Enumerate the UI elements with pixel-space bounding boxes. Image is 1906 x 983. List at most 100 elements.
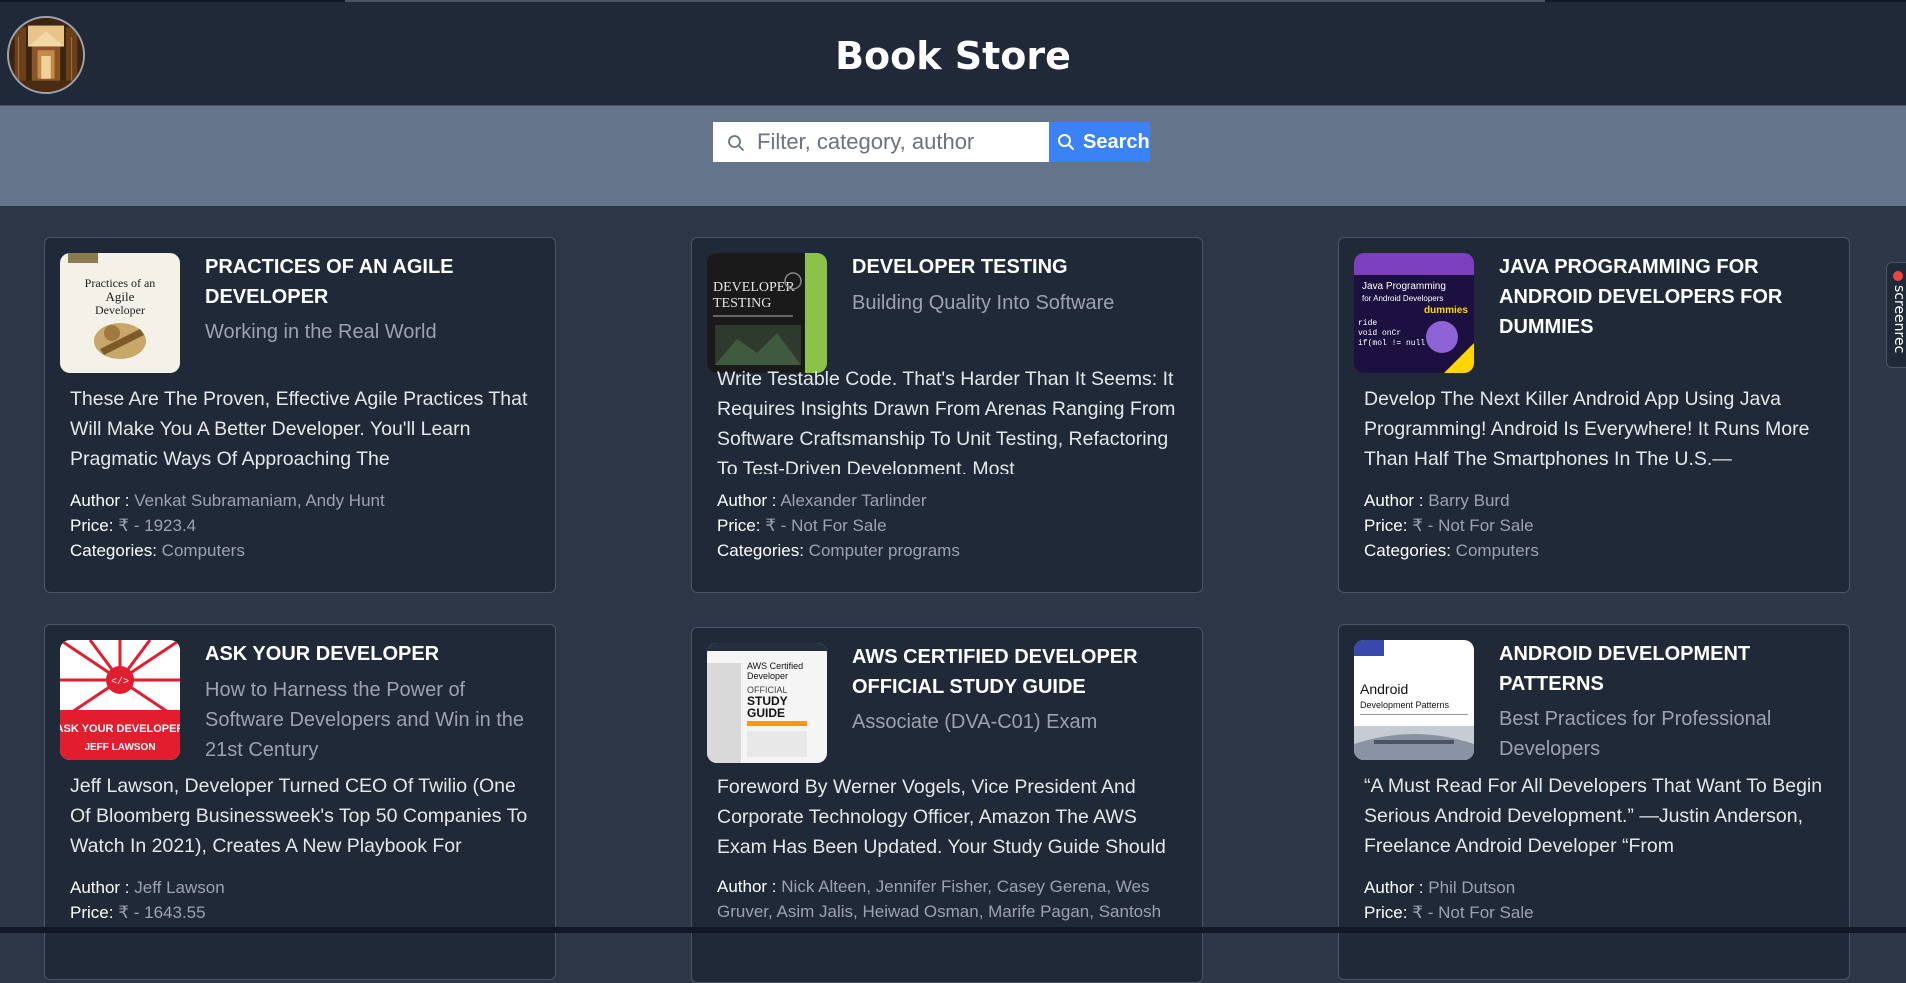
- author-line: Author : Barry Burd: [1364, 488, 1834, 513]
- search-button-label: Search: [1083, 130, 1150, 153]
- book-cover[interactable]: </> ASK YOUR DEVELOPER JEFF LAWSON: [60, 640, 180, 760]
- author-value: Alexander Tarlinder: [780, 491, 927, 510]
- categories-value: Computers: [1455, 541, 1539, 560]
- author-label: Author :: [717, 491, 777, 510]
- price-value: ₹ - Not For Sale: [1412, 516, 1534, 535]
- search-bar: Search: [0, 106, 1906, 206]
- book-card[interactable]: Practices of an Agile Developer PRACTICE…: [44, 237, 556, 593]
- price-line: Price: ₹ - Not For Sale: [1364, 900, 1834, 925]
- author-value: Jeff Lawson: [134, 878, 225, 897]
- book-meta: Author : Barry Burd Price: ₹ - Not For S…: [1364, 488, 1834, 563]
- book-subtitle: Working in the Real World: [205, 321, 437, 343]
- book-cover[interactable]: Android Development Patterns: [1354, 640, 1474, 760]
- book-title[interactable]: AWS CERTIFIED DEVELOPER OFFICIAL STUDY G…: [852, 642, 1182, 702]
- author-label: Author :: [70, 491, 130, 510]
- book-title[interactable]: DEVELOPER TESTING: [852, 252, 1182, 282]
- book-meta: Author : Venkat Subramaniam, Andy Hunt P…: [70, 488, 540, 563]
- svg-text:Practices of an: Practices of an: [85, 276, 156, 290]
- book-subtitle: How to Harness the Power of Software Dev…: [205, 679, 525, 761]
- svg-text:void onCr: void onCr: [1358, 329, 1401, 338]
- page-bottom-edge: [0, 927, 1906, 933]
- site-header: Book Store: [0, 2, 1906, 106]
- svg-text:if(mol != null: if(mol != null: [1358, 339, 1425, 348]
- categories-value: Computer programs: [808, 541, 960, 560]
- book-description: These Are The Proven, Effective Agile Pr…: [70, 388, 528, 470]
- developer-testing-cover-icon: DEVELOPER TESTING: [707, 253, 827, 373]
- book-description: Jeff Lawson, Developer Turned CEO Of Twi…: [70, 775, 528, 857]
- author-line: Author : Jeff Lawson: [70, 875, 540, 900]
- book-meta: Author : Alexander Tarlinder Price: ₹ - …: [717, 488, 1187, 563]
- book-cover[interactable]: DEVELOPER TESTING: [707, 253, 827, 373]
- svg-text:TESTING: TESTING: [713, 296, 771, 311]
- author-value: Barry Burd: [1428, 491, 1510, 510]
- svg-text:DEVELOPER: DEVELOPER: [713, 280, 795, 295]
- author-value: Venkat Subramaniam, Andy Hunt: [134, 491, 385, 510]
- svg-text:Development Patterns: Development Patterns: [1360, 700, 1450, 710]
- book-card[interactable]: DEVELOPER TESTING DEVELOPER TESTING Buil…: [691, 237, 1203, 593]
- svg-text:ride: ride: [1358, 319, 1377, 328]
- author-line: Author : Alexander Tarlinder: [717, 488, 1187, 513]
- svg-text:Agile: Agile: [106, 289, 135, 304]
- android-patterns-cover-icon: Android Development Patterns: [1354, 640, 1474, 760]
- book-description: Write Testable Code. That's Harder Than …: [717, 368, 1176, 474]
- book-subtitle: Associate (DVA-C01) Exam: [852, 711, 1098, 733]
- price-label: Price:: [1364, 516, 1408, 535]
- search-icon: [728, 135, 744, 151]
- svg-text:Developer: Developer: [747, 671, 788, 681]
- price-value: ₹ - Not For Sale: [1412, 903, 1534, 922]
- book-meta: Author : Nick Alteen, Jennifer Fisher, C…: [717, 874, 1187, 924]
- book-cover[interactable]: Practices of an Agile Developer: [60, 253, 180, 373]
- author-line: Author : Venkat Subramaniam, Andy Hunt: [70, 488, 540, 513]
- search-input[interactable]: [757, 122, 1043, 162]
- book-meta: Author : Phil Dutson Price: ₹ - Not For …: [1364, 875, 1834, 925]
- author-value: Nick Alteen, Jennifer Fisher, Casey Gere…: [717, 877, 1162, 921]
- record-icon: [1893, 271, 1903, 281]
- svg-text:</>: </>: [111, 676, 129, 688]
- svg-text:Android: Android: [1360, 681, 1408, 697]
- categories-value: Computers: [161, 541, 245, 560]
- svg-text:Developer: Developer: [95, 303, 145, 317]
- book-subtitle: Best Practices for Professional Develope…: [1499, 708, 1772, 760]
- price-label: Price:: [70, 903, 114, 922]
- svg-text:for Android Developers: for Android Developers: [1362, 294, 1443, 303]
- page-title: Book Store: [835, 34, 1071, 78]
- book-title[interactable]: ASK YOUR DEVELOPER: [205, 639, 535, 669]
- price-label: Price:: [70, 516, 114, 535]
- author-label: Author :: [70, 878, 130, 897]
- price-line: Price: ₹ - 1923.4: [70, 513, 540, 538]
- categories-line: Categories: Computer programs: [717, 538, 1187, 563]
- author-value: Phil Dutson: [1428, 878, 1516, 897]
- book-meta: Author : Jeff Lawson Price: ₹ - 1643.55: [70, 875, 540, 925]
- search-field[interactable]: [713, 122, 1049, 162]
- price-value: ₹ - 1923.4: [118, 516, 197, 535]
- price-line: Price: ₹ - Not For Sale: [717, 513, 1187, 538]
- java-dummies-cover-icon: Java Programming for Android Developers …: [1354, 253, 1474, 373]
- categories-label: Categories:: [70, 541, 157, 560]
- book-subtitle: Building Quality Into Software: [852, 292, 1115, 314]
- screenrec-widget[interactable]: screenrec: [1886, 262, 1906, 368]
- price-label: Price:: [717, 516, 761, 535]
- categories-label: Categories:: [717, 541, 804, 560]
- search-icon: [1058, 134, 1074, 150]
- price-value: ₹ - Not For Sale: [765, 516, 887, 535]
- svg-text:AWS Certified: AWS Certified: [747, 661, 803, 671]
- book-description: “A Must Read For All Developers That Wan…: [1364, 775, 1823, 857]
- price-label: Price:: [1364, 903, 1408, 922]
- book-cover[interactable]: Java Programming for Android Developers …: [1354, 253, 1474, 373]
- author-label: Author :: [1364, 491, 1424, 510]
- book-description: Foreword By Werner Vogels, Vice Presiden…: [717, 776, 1166, 858]
- book-title[interactable]: PRACTICES OF AN AGILE DEVELOPER: [205, 252, 535, 312]
- book-title[interactable]: JAVA PROGRAMMING FOR ANDROID DEVELOPERS …: [1499, 252, 1829, 342]
- search-button[interactable]: Search: [1049, 122, 1150, 162]
- svg-text:Java Programming: Java Programming: [1362, 281, 1446, 292]
- book-cover[interactable]: AWS Certified Developer OFFICIAL STUDY G…: [707, 643, 827, 763]
- price-line: Price: ₹ - 1643.55: [70, 900, 540, 925]
- svg-text:dummies: dummies: [1424, 305, 1468, 316]
- author-label: Author :: [717, 877, 777, 896]
- book-description: Develop The Next Killer Android App Usin…: [1364, 388, 1810, 470]
- author-line: Author : Nick Alteen, Jennifer Fisher, C…: [717, 874, 1187, 924]
- book-title[interactable]: ANDROID DEVELOPMENT PATTERNS: [1499, 639, 1829, 699]
- svg-text:JEFF LAWSON: JEFF LAWSON: [84, 742, 155, 753]
- categories-line: Categories: Computers: [1364, 538, 1834, 563]
- book-card[interactable]: Java Programming for Android Developers …: [1338, 237, 1850, 593]
